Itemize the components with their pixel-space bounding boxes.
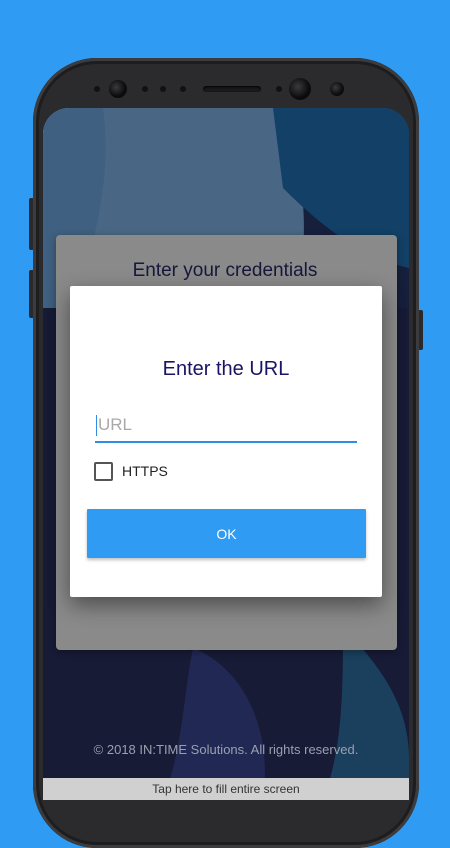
fill-screen-bar[interactable]: Tap here to fill entire screen xyxy=(43,778,409,800)
text-cursor xyxy=(96,415,97,436)
https-option[interactable]: HTTPS xyxy=(94,461,168,481)
sensor-icon xyxy=(180,86,186,92)
url-input[interactable] xyxy=(95,410,357,443)
proximity-sensor-icon xyxy=(330,82,344,96)
https-checkbox[interactable] xyxy=(94,461,113,481)
dialog-title: Enter the URL xyxy=(162,358,290,380)
front-camera-icon xyxy=(109,80,127,98)
sensor-icon xyxy=(160,86,166,92)
sensor-icon xyxy=(94,86,100,92)
earpiece-speaker xyxy=(203,86,261,92)
sensor-icon xyxy=(276,86,282,92)
url-dialog: Enter the URL HTTPS OK xyxy=(70,286,382,597)
ok-button[interactable]: OK xyxy=(87,509,366,558)
iris-camera-icon xyxy=(289,78,311,100)
credentials-title: Enter your credentials xyxy=(132,260,318,281)
sensor-icon xyxy=(142,86,148,92)
https-label: HTTPS xyxy=(122,463,168,479)
copyright-footer: © 2018 IN:TIME Solutions. All rights res… xyxy=(93,742,359,757)
